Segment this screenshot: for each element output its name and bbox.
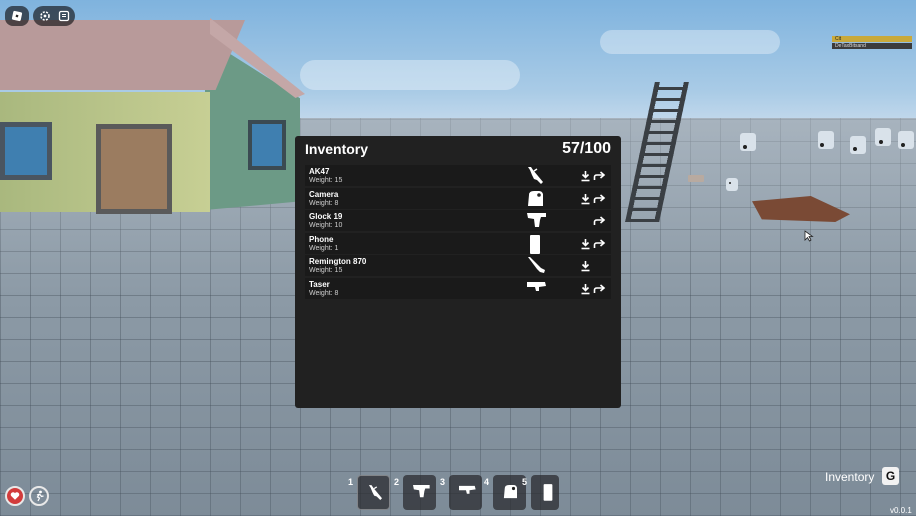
drop-icon[interactable]: [580, 169, 591, 182]
inventory-panel: Inventory 57/100 AK47 Weight: 15 Camera Wei…: [295, 136, 621, 408]
team-bar-gold: Cit: [832, 36, 912, 42]
camera-icon: [519, 189, 551, 209]
give-icon[interactable]: [593, 237, 606, 249]
item-weight: Weight: 1: [309, 244, 339, 252]
item-weight: Weight: 8: [309, 289, 339, 297]
item-weight: Weight: 10: [309, 222, 343, 229]
small-block: [688, 175, 704, 182]
player-name-bar: DeTaxBitsand: [832, 43, 912, 49]
hotbar-slot[interactable]: [357, 475, 390, 510]
hotbar-slot[interactable]: [531, 475, 559, 510]
house-door: [96, 124, 172, 214]
stamina-indicator: [29, 486, 49, 506]
health-indicator: [5, 486, 25, 506]
item-name: Camera: [309, 189, 339, 199]
inventory-item-row[interactable]: Phone Weight: 1: [305, 232, 611, 254]
house-window: [248, 120, 286, 170]
heart-icon: [10, 492, 20, 500]
roblox-menu-button[interactable]: [5, 6, 29, 26]
give-icon[interactable]: [593, 214, 606, 226]
player-name-label: DeTaxBitsand: [835, 43, 866, 49]
version-label: v0.0.1: [890, 506, 912, 515]
roblox-logo-icon: [11, 10, 23, 22]
settings-icon[interactable]: [39, 10, 51, 22]
hotbar-slot[interactable]: [403, 475, 436, 510]
inventory-capacity: 57/100: [562, 140, 611, 157]
npc-figure: [898, 131, 914, 149]
hotbar-slot-number: 2: [394, 477, 400, 487]
inventory-keybind-badge[interactable]: G: [882, 467, 899, 485]
hotbar-slot[interactable]: [449, 475, 482, 510]
item-weight: Weight: 8: [309, 199, 339, 207]
inventory-list: AK47 Weight: 15 Camera Weight: 8 Glock 19 Wei…: [305, 165, 611, 300]
house-window: [0, 122, 52, 180]
rifle-icon: [519, 166, 551, 186]
item-weight: Weight: 15: [309, 267, 343, 274]
shotgun-icon: [519, 256, 551, 276]
inventory-toggle-label[interactable]: Inventory: [825, 470, 874, 484]
drop-icon[interactable]: [580, 237, 591, 249]
npc-figure: [850, 136, 866, 154]
hotbar-slot-number: 3: [440, 477, 446, 487]
give-icon[interactable]: [593, 192, 606, 204]
item-name: Phone: [309, 234, 334, 244]
hotbar-slot-number: 4: [484, 477, 490, 487]
phone-icon: [519, 234, 551, 254]
item-weight: Weight: 15: [309, 177, 343, 184]
npc-figure: [875, 128, 891, 146]
inventory-item-row[interactable]: Camera Weight: 8: [305, 187, 611, 209]
drop-icon[interactable]: [580, 259, 591, 272]
inventory-item-row[interactable]: AK47 Weight: 15: [305, 165, 611, 186]
npc-figure: [740, 133, 756, 151]
give-icon[interactable]: [593, 282, 606, 294]
quick-menu-bar: [33, 6, 75, 26]
running-person-icon: [36, 490, 44, 502]
item-name: Remington 870: [309, 257, 367, 266]
drop-icon[interactable]: [580, 192, 591, 204]
team-bar-label: Cit: [835, 36, 842, 42]
inventory-item-row[interactable]: Taser Weight: 8: [305, 277, 611, 299]
pistol-icon: [519, 211, 551, 231]
item-name: AK47: [309, 167, 330, 176]
inventory-title: Inventory: [305, 141, 369, 157]
inventory-item-row[interactable]: Remington 870 Weight: 15: [305, 255, 611, 276]
hotbar-slot-number: 5: [522, 477, 528, 487]
npc-figure: [726, 178, 738, 191]
item-name: Glock 19: [309, 212, 343, 221]
drop-icon[interactable]: [580, 282, 591, 294]
hotbar-slot-number: 1: [348, 477, 354, 487]
npc-figure: [818, 131, 834, 149]
give-icon[interactable]: [593, 169, 606, 181]
item-name: Taser: [309, 279, 330, 289]
inventory-item-row[interactable]: Glock 19 Weight: 10: [305, 210, 611, 231]
chat-icon[interactable]: [58, 10, 70, 22]
mouse-cursor-icon: [804, 230, 814, 242]
taser-icon: [519, 279, 551, 299]
